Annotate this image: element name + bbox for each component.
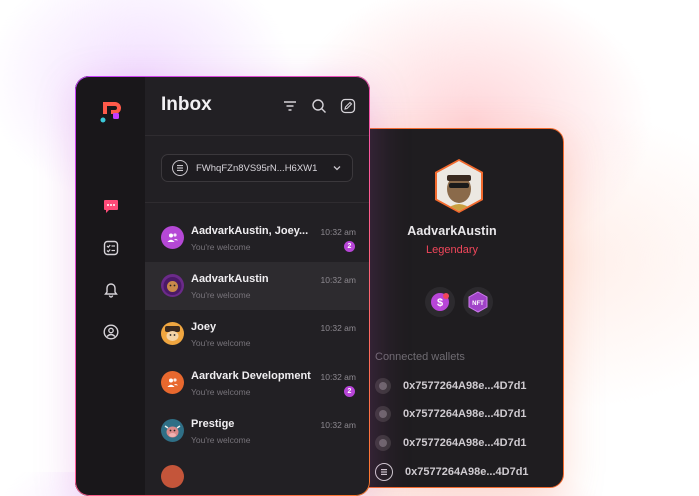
- wallet-address: 0x7577264A98e...4D7d1: [403, 437, 527, 449]
- messages-nav-button[interactable]: [101, 196, 121, 216]
- bull-avatar: [161, 419, 184, 442]
- unread-badge: 2: [344, 386, 355, 397]
- wallet-address: 0x7577264A98e...4D7d1: [405, 466, 529, 478]
- conversation-name: Aardvark Development: [191, 370, 311, 382]
- group-icon: [161, 371, 184, 394]
- monkey-avatar: [161, 322, 184, 345]
- conversation-name: Prestige: [191, 418, 235, 430]
- dollar-badge[interactable]: $: [425, 287, 455, 317]
- conversation-name: AadvarkAustin: [191, 273, 269, 285]
- solana-coin-icon: [375, 463, 393, 481]
- conversation-preview: You're welcome: [191, 290, 251, 300]
- list-divider: [145, 202, 370, 203]
- compose-icon[interactable]: [340, 98, 356, 114]
- chat-bubble-icon: [104, 200, 118, 213]
- group-icon: [161, 226, 184, 249]
- inbox-main: Inbox FWhqFZn8VS95rN...H6XW1 AadvarkAust…: [145, 76, 370, 496]
- conversation-preview: You're welcome: [191, 435, 251, 445]
- wallet-row[interactable]: 0x7577264A98e...4D7d1: [375, 435, 527, 451]
- wallet-coin-icon: [375, 435, 391, 451]
- nft-badge[interactable]: NFT: [463, 287, 493, 317]
- header-divider: [145, 135, 370, 136]
- lion-avatar: [161, 274, 184, 297]
- conversation-item[interactable]: AadvarkAustin You're welcome 10:32 am: [145, 262, 370, 310]
- wallet-selector[interactable]: FWhqFZn8VS95rN...H6XW1: [161, 154, 353, 182]
- conversation-name: AadvarkAustin, Joey...: [191, 225, 309, 237]
- conversation-item[interactable]: Prestige You're welcome 10:32 am: [145, 407, 370, 455]
- conversation-item-partial[interactable]: [145, 455, 370, 496]
- profile-name: AadvarkAustin: [407, 224, 497, 238]
- unread-badge: 2: [344, 241, 355, 252]
- wallet-row[interactable]: 0x7577264A98e...4D7d1: [375, 406, 527, 422]
- wallet-address: 0x7577264A98e...4D7d1: [403, 408, 527, 420]
- conversation-time: 10:32 am: [320, 372, 356, 382]
- avatar: [161, 465, 184, 488]
- wallet-row[interactable]: 0x7577264A98e...4D7d1: [375, 463, 529, 481]
- solana-icon: [172, 160, 188, 176]
- conversation-name: Joey: [191, 321, 217, 333]
- profile-avatar[interactable]: [435, 159, 483, 213]
- profile-panel: AadvarkAustin Legendary $ NFT Connected …: [340, 128, 564, 488]
- profile-rank: Legendary: [426, 244, 478, 256]
- app-logo[interactable]: [99, 100, 123, 124]
- wallet-coin-icon: [375, 378, 391, 394]
- conversation-item[interactable]: Joey You're welcome 10:32 am: [145, 310, 370, 358]
- wallet-address: 0x7577264A98e...4D7d1: [403, 380, 527, 392]
- conversation-preview: You're welcome: [191, 242, 251, 252]
- dollar-badge-icon: $: [431, 293, 449, 311]
- selected-wallet-address: FWhqFZn8VS95rN...H6XW1: [196, 162, 318, 174]
- wallet-row[interactable]: 0x7577264A98e...4D7d1: [375, 378, 527, 394]
- conversation-time: 10:32 am: [320, 420, 356, 430]
- svg-text:NFT: NFT: [472, 301, 484, 307]
- conversation-preview: You're welcome: [191, 387, 251, 397]
- tasks-nav-button[interactable]: [101, 238, 121, 258]
- conversation-time: 10:32 am: [320, 275, 356, 285]
- profile-nav-button[interactable]: [101, 322, 121, 342]
- page-title: Inbox: [161, 94, 212, 115]
- connected-wallets-title: Connected wallets: [375, 351, 465, 363]
- bell-icon: [104, 283, 118, 298]
- nav-rail: [75, 76, 145, 496]
- conversation-time: 10:32 am: [320, 323, 356, 333]
- chevron-down-icon: [333, 166, 341, 171]
- conversation-item[interactable]: AadvarkAustin, Joey... You're welcome 10…: [145, 214, 370, 262]
- checklist-icon: [103, 240, 119, 256]
- filter-icon[interactable]: [282, 98, 298, 114]
- conversation-time: 10:32 am: [320, 227, 356, 237]
- svg-text:$: $: [437, 297, 443, 309]
- search-icon[interactable]: [311, 98, 327, 114]
- conversation-preview: You're welcome: [191, 338, 251, 348]
- user-circle-icon: [103, 324, 119, 340]
- conversation-item[interactable]: Aardvark Development You're welcome 10:3…: [145, 359, 370, 407]
- nft-badge-icon: NFT: [468, 291, 488, 313]
- badge-row: $ NFT: [425, 287, 493, 317]
- wallet-coin-icon: [375, 406, 391, 422]
- inbox-panel: Inbox FWhqFZn8VS95rN...H6XW1 AadvarkAust…: [75, 76, 370, 496]
- notifications-nav-button[interactable]: [101, 280, 121, 300]
